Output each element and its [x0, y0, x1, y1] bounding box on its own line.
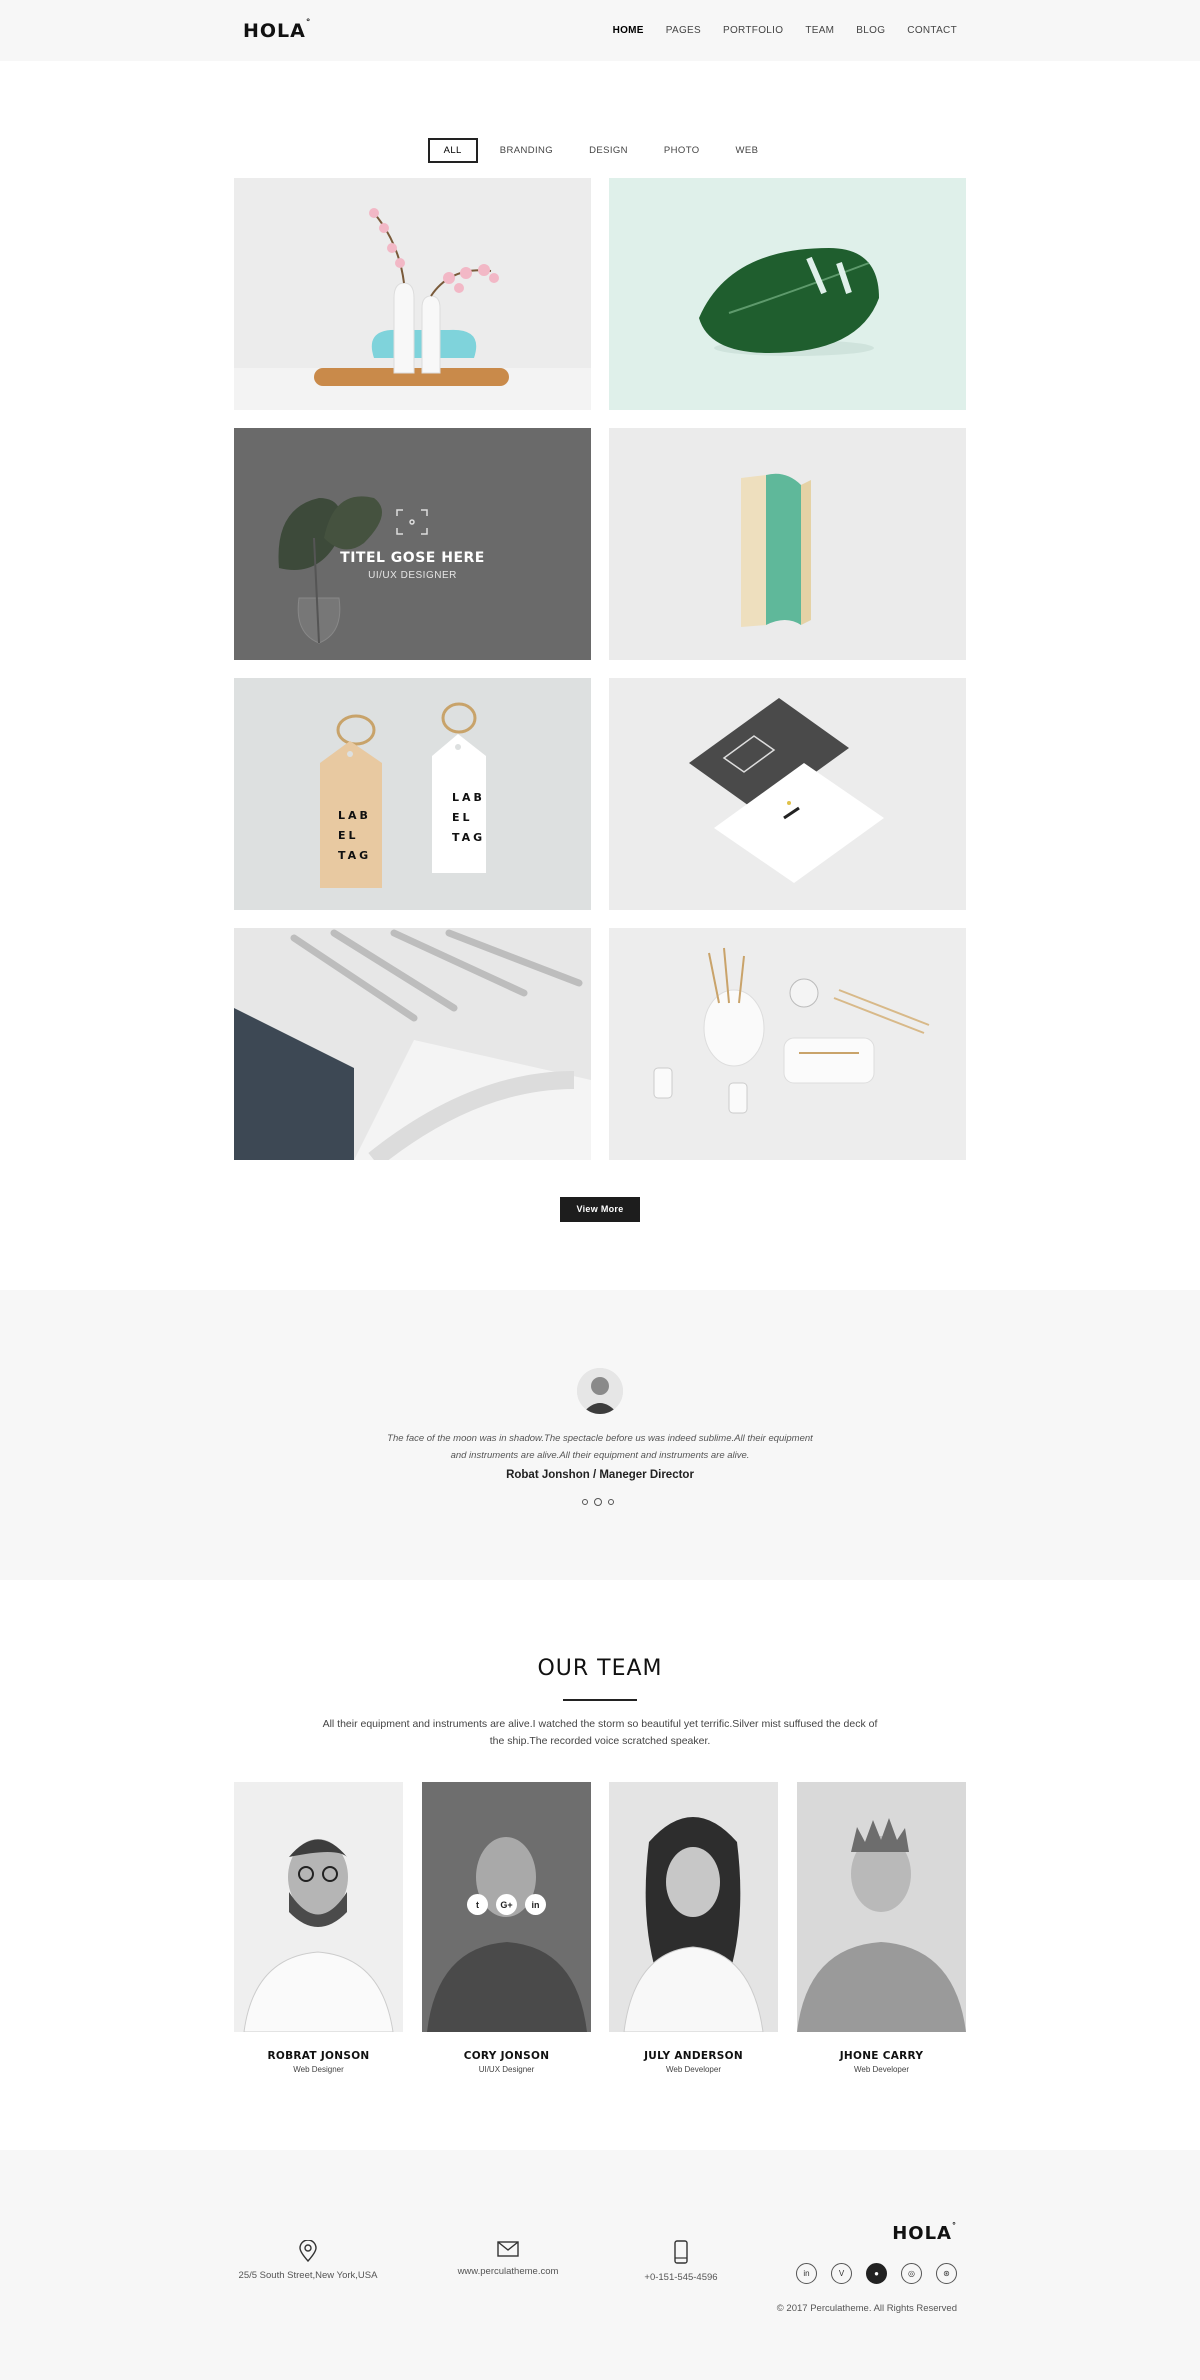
member-name: ROBRAT JONSON — [267, 2050, 370, 2062]
member-role: Web Developer — [854, 2065, 909, 2074]
team-member-card[interactable]: JHONE CARRY Web Developer — [797, 1782, 966, 2074]
member-role: UI/UX Designer — [478, 2065, 535, 2074]
site-header: HOLA° HOME PAGES PORTFOLIO TEAM BLOG CON… — [0, 0, 1200, 61]
testimonial-avatar — [577, 1368, 623, 1414]
portfolio-item-subtitle: UI/UX DESIGNER — [368, 570, 457, 581]
spa-image — [609, 928, 966, 1160]
label-tag-text-right: LAB EL TAG — [452, 791, 486, 844]
linkedin-icon[interactable]: in — [525, 1894, 546, 1915]
main-nav: HOME PAGES PORTFOLIO TEAM BLOG CONTACT — [591, 25, 957, 36]
filter-design[interactable]: DESIGN — [575, 138, 642, 163]
footer-logo[interactable]: HOLA° — [892, 2221, 957, 2244]
google-plus-icon[interactable]: ◎ — [901, 2263, 922, 2284]
portfolio-item-leaf[interactable] — [609, 178, 966, 410]
twitter-icon[interactable]: t — [467, 1894, 488, 1915]
footer-phone: +0-151-545-4596 — [591, 2240, 771, 2283]
flickr-icon[interactable]: ● — [866, 2263, 887, 2284]
member-photo — [609, 1782, 778, 2032]
filter-photo[interactable]: PHOTO — [650, 138, 714, 163]
portfolio-item-book[interactable] — [609, 428, 966, 660]
portfolio-item-title: TITEL GOSE HERE — [340, 550, 485, 566]
nav-pages[interactable]: PAGES — [666, 25, 701, 36]
pagination-dot[interactable] — [608, 1499, 614, 1505]
member-name: JHONE CARRY — [839, 2050, 924, 2062]
portfolio-item-business-cards[interactable] — [609, 678, 966, 910]
leaf-image — [609, 178, 966, 410]
business-cards-image — [609, 678, 966, 910]
filter-all[interactable]: ALL — [427, 138, 478, 163]
site-logo[interactable]: HOLA° — [243, 18, 311, 42]
linkedin-icon[interactable]: in — [796, 2263, 817, 2284]
member-role: Web Developer — [666, 2065, 721, 2074]
team-member-card[interactable]: t G+ in CORY JONSON UI/UX Designer — [422, 1782, 591, 2074]
cutlery-image — [234, 928, 591, 1160]
nav-blog[interactable]: BLOG — [856, 25, 885, 36]
heading-divider — [563, 1699, 637, 1701]
portfolio-item-vases[interactable] — [234, 178, 591, 410]
nav-contact[interactable]: CONTACT — [907, 25, 957, 36]
filter-branding[interactable]: BRANDING — [486, 138, 567, 163]
label-tag-image — [234, 678, 591, 910]
nav-portfolio[interactable]: PORTFOLIO — [723, 25, 783, 36]
team-heading: OUR TEAM — [537, 1656, 663, 1681]
pagination-dot[interactable] — [582, 1499, 588, 1505]
plant-image — [234, 428, 591, 660]
book-image — [609, 428, 966, 660]
phone-icon — [674, 2240, 688, 2264]
testimonial-author: Robat Jonshon / Maneger Director — [506, 1469, 694, 1481]
team-member-card[interactable]: JULY ANDERSON Web Developer — [609, 1782, 778, 2074]
vases-image — [234, 178, 591, 410]
portfolio-item-spa[interactable] — [609, 928, 966, 1160]
footer-website: www.perculatheme.com — [418, 2240, 598, 2277]
testimonial-pagination — [582, 1498, 614, 1506]
view-more-button[interactable]: View More — [560, 1197, 640, 1222]
dribbble-icon[interactable]: ⊛ — [936, 2263, 957, 2284]
vimeo-icon[interactable]: V — [831, 2263, 852, 2284]
testimonial-section: The face of the moon was in shadow.The s… — [0, 1290, 1200, 1580]
filter-web[interactable]: WEB — [722, 138, 773, 163]
team-description: All their equipment and instruments are … — [322, 1718, 878, 1747]
member-photo — [234, 1782, 403, 2032]
nav-team[interactable]: TEAM — [805, 25, 834, 36]
envelope-icon — [497, 2241, 519, 2257]
pagination-dot-active[interactable] — [594, 1498, 602, 1506]
label-tag-text-left: LAB EL TAG — [338, 809, 372, 862]
footer-address: 25/5 South Street,New York,USA — [218, 2240, 398, 2281]
member-socials: t G+ in — [422, 1894, 591, 1915]
member-name: JULY ANDERSON — [644, 2050, 743, 2062]
testimonial-quote: The face of the moon was in shadow.The s… — [387, 1433, 813, 1461]
member-role: Web Designer — [293, 2065, 344, 2074]
portfolio-filters: ALL BRANDING DESIGN PHOTO WEB — [0, 138, 1200, 163]
footer-socials: in V ● ◎ ⊛ — [796, 2263, 957, 2284]
team-member-card[interactable]: ROBRAT JONSON Web Designer — [234, 1782, 403, 2074]
member-photo — [797, 1782, 966, 2032]
portfolio-item-plant-hover[interactable]: TITEL GOSE HERE UI/UX DESIGNER — [234, 428, 591, 660]
portfolio-item-cutlery[interactable] — [234, 928, 591, 1160]
location-pin-icon — [299, 2240, 317, 2262]
site-footer: 25/5 South Street,New York,USA www.percu… — [0, 2150, 1200, 2380]
portfolio-item-label-tag[interactable]: LAB EL TAG LAB EL TAG — [234, 678, 591, 910]
nav-home[interactable]: HOME — [613, 25, 644, 36]
copyright-text: © 2017 Perculatheme. All Rights Reserved — [776, 2303, 957, 2314]
member-photo: t G+ in — [422, 1782, 591, 2032]
member-name: CORY JONSON — [463, 2050, 550, 2062]
google-plus-icon[interactable]: G+ — [496, 1894, 517, 1915]
